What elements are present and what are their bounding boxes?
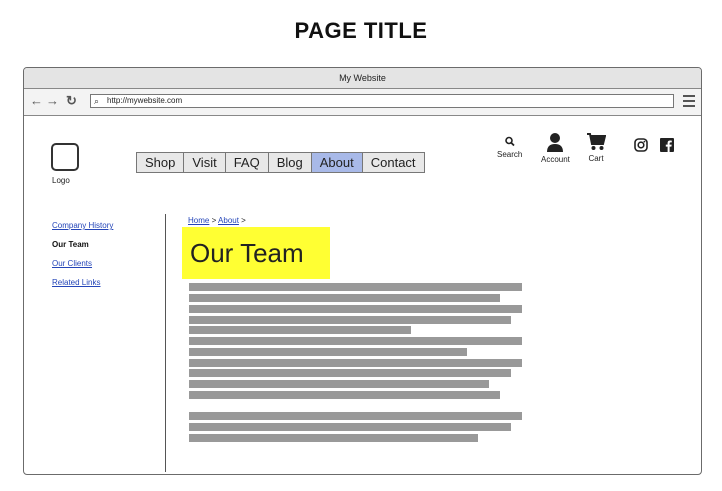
facebook-icon bbox=[660, 138, 674, 152]
forward-arrow-icon[interactable]: → bbox=[46, 94, 59, 108]
sidebar-item-related-links[interactable]: Related Links bbox=[52, 278, 100, 287]
text-line bbox=[189, 283, 522, 291]
facebook-link[interactable] bbox=[660, 138, 674, 154]
text-line bbox=[189, 294, 500, 302]
instagram-icon bbox=[634, 138, 648, 152]
text-line bbox=[189, 423, 511, 431]
sidebar-item-company-history[interactable]: Company History bbox=[52, 221, 113, 230]
breadcrumb-separator: > bbox=[211, 216, 217, 225]
user-icon bbox=[547, 133, 564, 152]
text-line bbox=[189, 369, 511, 377]
text-line bbox=[189, 412, 522, 420]
url-text: http://mywebsite.com bbox=[107, 96, 183, 105]
search-icon: ⌕ bbox=[94, 96, 100, 106]
reload-icon[interactable]: ↻ bbox=[66, 94, 77, 108]
text-line bbox=[189, 316, 511, 324]
nav-item-visit[interactable]: Visit bbox=[184, 153, 226, 172]
browser-toolbar: ← → ↻ ⌕ http://mywebsite.com bbox=[24, 89, 701, 116]
account-button[interactable]: Account bbox=[541, 132, 570, 164]
breadcrumb-about[interactable]: About bbox=[218, 216, 239, 225]
logo-label: Logo bbox=[52, 176, 70, 185]
nav-item-blog[interactable]: Blog bbox=[269, 153, 312, 172]
browser-window: My Website ← → ↻ ⌕ http://mywebsite.com … bbox=[23, 67, 702, 475]
text-line bbox=[189, 434, 478, 442]
breadcrumb-separator: > bbox=[241, 216, 246, 225]
text-line bbox=[189, 326, 411, 334]
breadcrumb-home[interactable]: Home bbox=[188, 216, 209, 225]
text-line bbox=[189, 359, 522, 367]
search-icon bbox=[504, 136, 515, 147]
window-title: My Website bbox=[24, 68, 701, 89]
instagram-link[interactable] bbox=[634, 138, 648, 154]
url-input[interactable]: ⌕ http://mywebsite.com bbox=[90, 94, 674, 108]
menu-icon[interactable] bbox=[683, 95, 695, 110]
page-heading: Our Team bbox=[182, 227, 330, 279]
page-title: PAGE TITLE bbox=[294, 18, 428, 43]
cart-label: Cart bbox=[588, 154, 604, 163]
nav-item-faq[interactable]: FAQ bbox=[226, 153, 269, 172]
sidebar-item-our-clients[interactable]: Our Clients bbox=[52, 259, 92, 268]
text-line bbox=[189, 348, 467, 356]
logo[interactable] bbox=[51, 143, 79, 171]
text-line bbox=[189, 391, 500, 399]
sidebar-item-our-team[interactable]: Our Team bbox=[52, 240, 89, 249]
main-nav: Shop Visit FAQ Blog About Contact bbox=[136, 152, 425, 173]
nav-item-contact[interactable]: Contact bbox=[363, 153, 424, 172]
cart-icon bbox=[587, 133, 607, 150]
nav-item-shop[interactable]: Shop bbox=[137, 153, 185, 172]
search-label: Search bbox=[497, 150, 523, 159]
account-label: Account bbox=[541, 155, 570, 164]
text-line bbox=[189, 337, 522, 345]
sidebar-divider bbox=[165, 214, 166, 472]
back-arrow-icon[interactable]: ← bbox=[30, 94, 43, 108]
breadcrumb: Home > About > bbox=[188, 216, 246, 225]
text-line bbox=[189, 380, 489, 388]
nav-item-about[interactable]: About bbox=[311, 153, 363, 172]
text-line bbox=[189, 305, 522, 313]
search-button[interactable]: Search bbox=[497, 136, 522, 159]
cart-button[interactable]: Cart bbox=[586, 132, 607, 163]
